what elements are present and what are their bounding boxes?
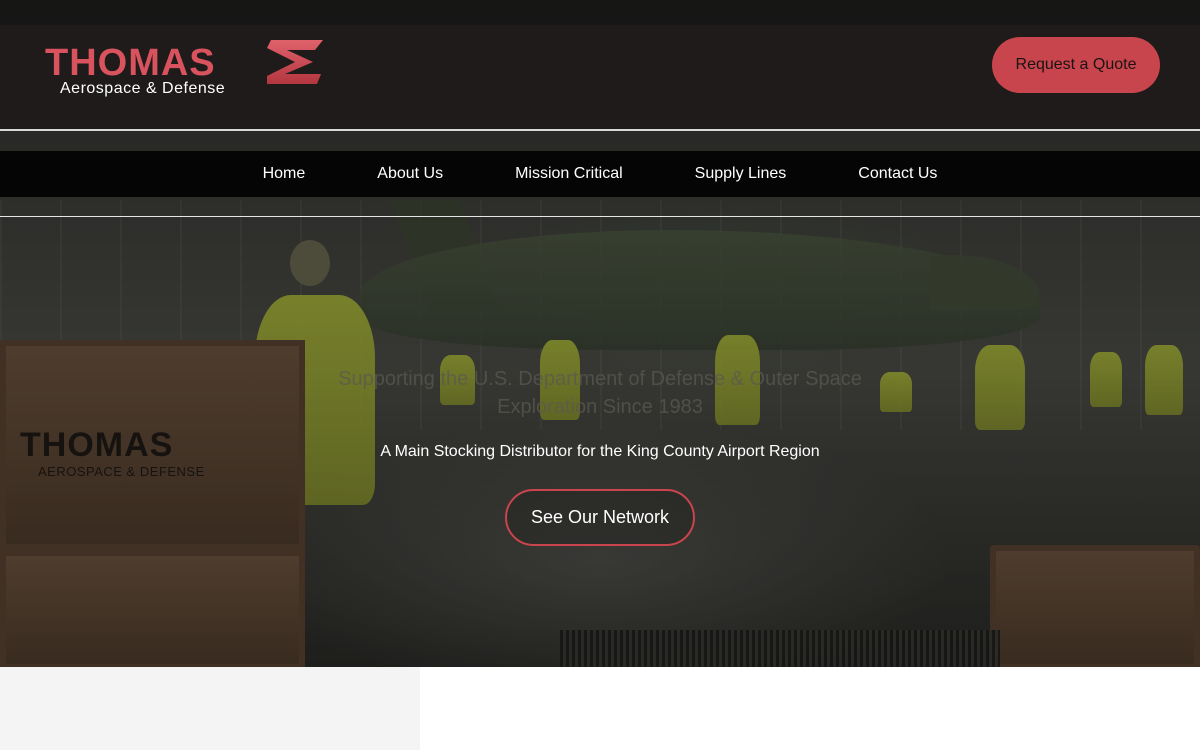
- see-network-button[interactable]: See Our Network: [505, 489, 695, 546]
- logo-e-mark-icon: [267, 40, 323, 84]
- site-logo[interactable]: THOMAS Aerospace & Defense: [45, 38, 335, 110]
- main-nav: Home About Us Mission Critical Supply Li…: [0, 151, 1200, 197]
- hero-headline-faded: Supporting the U.S. Department of Defens…: [338, 368, 862, 418]
- request-quote-button[interactable]: Request a Quote: [992, 37, 1160, 93]
- nav-item-about-us[interactable]: About Us: [377, 165, 443, 183]
- nav-item-supply-lines[interactable]: Supply Lines: [695, 165, 787, 183]
- site-header: THOMAS Aerospace & Defense Request a Quo…: [0, 25, 1200, 130]
- logo-wordmark: THOMAS: [45, 42, 216, 84]
- lower-panel-left: [0, 667, 420, 750]
- top-strip: [0, 0, 1200, 25]
- nav-item-contact-us[interactable]: Contact Us: [858, 165, 937, 183]
- logo-tagline: Aerospace & Defense: [60, 80, 226, 97]
- nav-divider: [0, 216, 1200, 217]
- nav-item-home[interactable]: Home: [263, 165, 306, 183]
- hero-tagline: A Main Stocking Distributor for the King…: [380, 443, 820, 460]
- lower-panel-right: [420, 667, 1200, 750]
- header-divider: [0, 129, 1200, 131]
- nav-item-mission-critical[interactable]: Mission Critical: [515, 165, 623, 183]
